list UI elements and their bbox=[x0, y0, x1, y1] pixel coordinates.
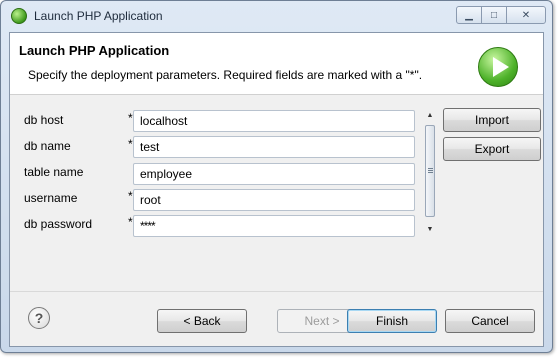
db-password-label: db password bbox=[24, 217, 93, 231]
cancel-button[interactable]: Cancel bbox=[445, 309, 535, 333]
scrollbar-thumb[interactable] bbox=[425, 125, 435, 217]
export-button[interactable]: Export bbox=[443, 137, 541, 161]
required-marker: * bbox=[128, 189, 133, 203]
maximize-button[interactable]: □ bbox=[481, 6, 507, 24]
minimize-icon: ▁ bbox=[465, 9, 473, 21]
help-icon[interactable]: ? bbox=[28, 307, 50, 329]
required-marker: * bbox=[128, 215, 133, 229]
back-button[interactable]: < Back bbox=[157, 309, 247, 333]
app-icon bbox=[11, 8, 27, 24]
db-name-field[interactable]: test bbox=[133, 136, 415, 158]
button-area-separator bbox=[10, 291, 543, 292]
table-name-label: table name bbox=[24, 165, 84, 179]
dialog-client-area: Launch PHP Application Specify the deplo… bbox=[9, 32, 544, 347]
required-marker: * bbox=[128, 137, 133, 151]
finish-button[interactable]: Finish bbox=[347, 309, 437, 333]
close-button[interactable]: ✕ bbox=[506, 6, 546, 24]
close-icon: ✕ bbox=[521, 9, 531, 21]
db-host-field[interactable]: localhost bbox=[133, 110, 415, 132]
maximize-icon: □ bbox=[490, 9, 498, 21]
window-title: Launch PHP Application bbox=[34, 9, 163, 23]
minimize-button[interactable]: ▁ bbox=[456, 6, 482, 24]
banner-description: Specify the deployment parameters. Requi… bbox=[28, 68, 423, 82]
launch-php-dialog: Launch PHP Application ▁ □ ✕ Launch PHP … bbox=[0, 0, 553, 353]
db-name-label: db name bbox=[24, 139, 71, 153]
db-password-field[interactable]: **** bbox=[133, 215, 415, 237]
scroll-up-arrow-icon[interactable]: ▲ bbox=[424, 109, 436, 121]
db-host-label: db host bbox=[24, 113, 64, 127]
table-name-field[interactable]: employee bbox=[133, 163, 415, 185]
banner-title: Launch PHP Application bbox=[19, 43, 170, 58]
scroll-down-arrow-icon[interactable]: ▼ bbox=[424, 223, 436, 235]
required-marker: * bbox=[128, 111, 133, 125]
wizard-banner: Launch PHP Application Specify the deplo… bbox=[10, 33, 543, 95]
title-bar[interactable]: Launch PHP Application ▁ □ ✕ bbox=[1, 1, 552, 31]
import-button[interactable]: Import bbox=[443, 108, 541, 132]
username-field[interactable]: root bbox=[133, 189, 415, 211]
username-label: username bbox=[24, 191, 78, 205]
form-scrollbar[interactable]: ▲ ▼ bbox=[424, 109, 436, 235]
caption-buttons: ▁ □ ✕ bbox=[456, 6, 546, 24]
play-icon bbox=[478, 47, 518, 87]
